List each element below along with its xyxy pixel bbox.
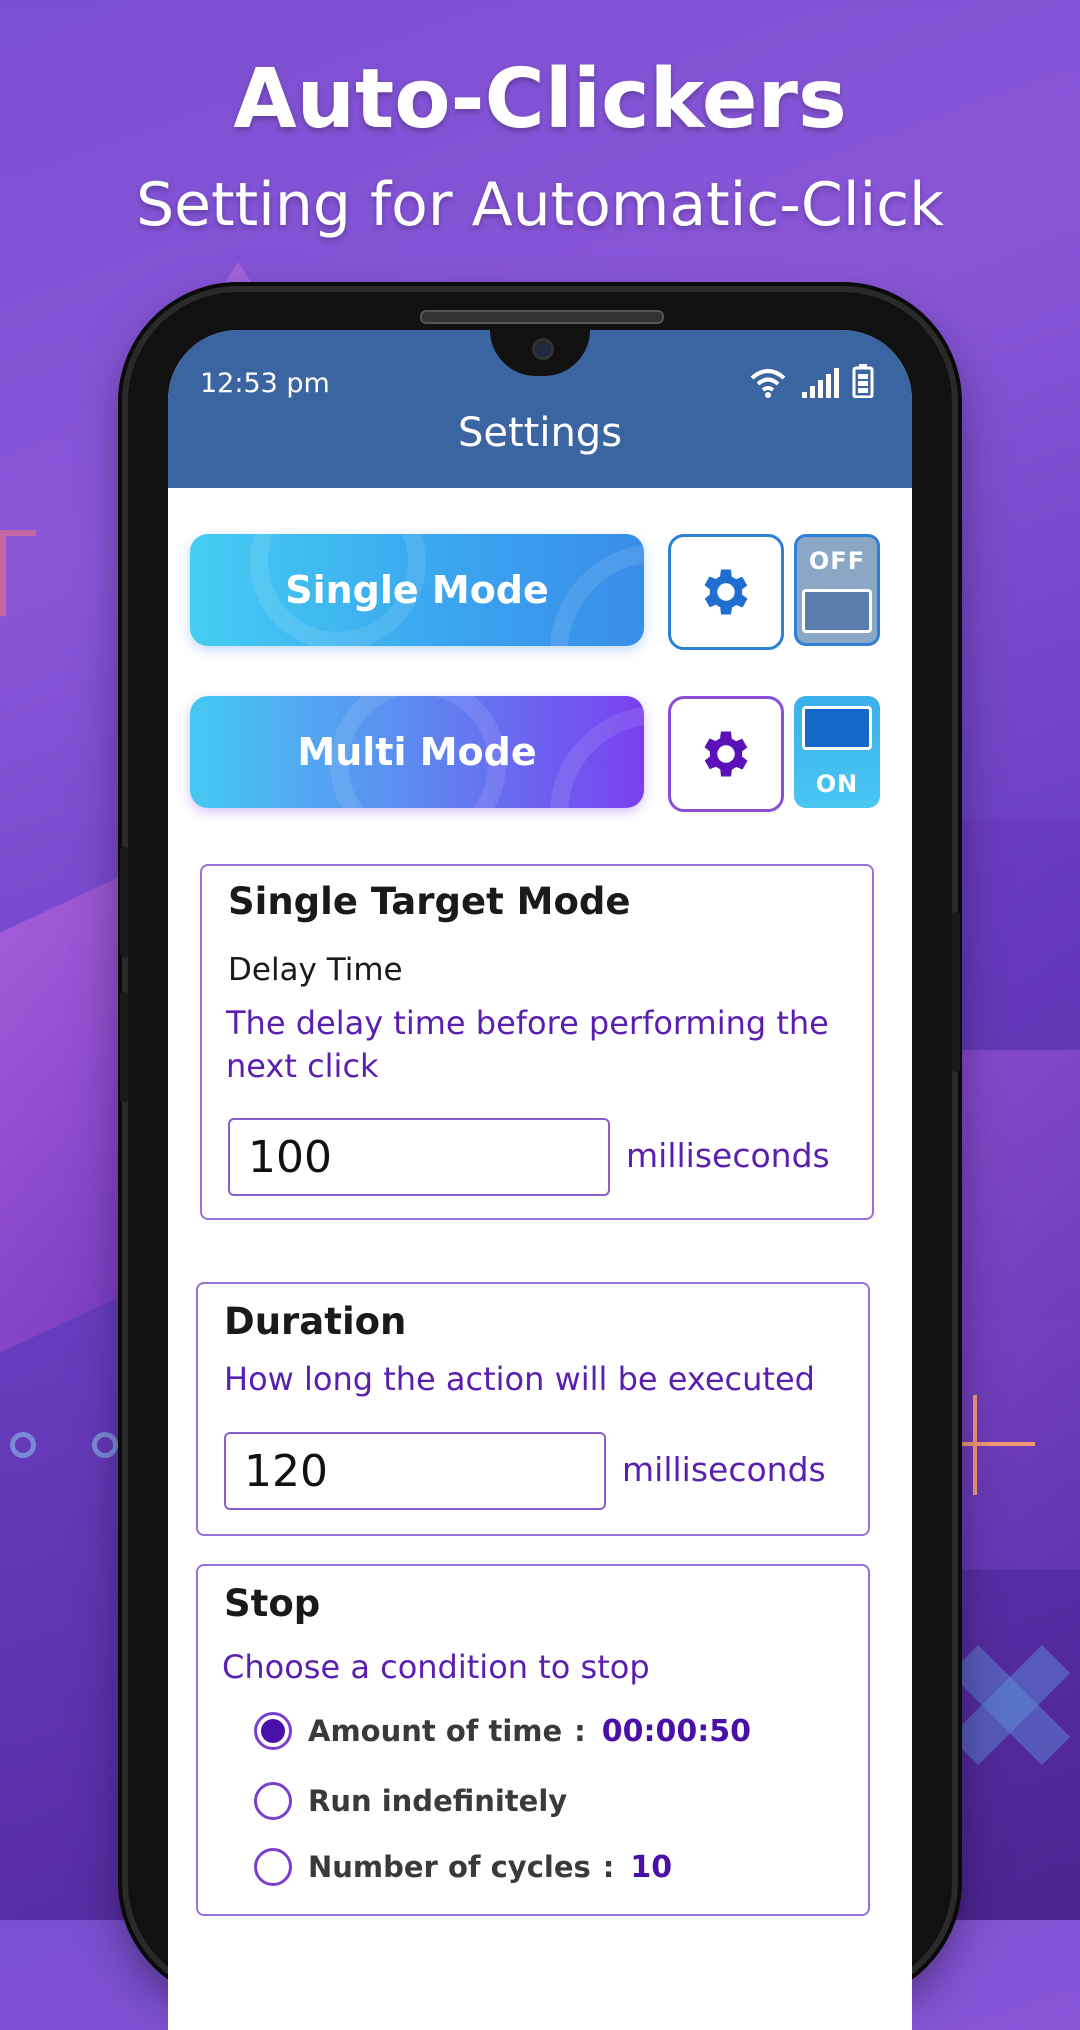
stop-option-amount-of-time[interactable]: Amount of time : 00:00:50 [254,1712,751,1750]
background-x-shape [949,1644,1071,1766]
camera-icon [532,338,554,360]
option-label: Run indefinitely [308,1784,568,1818]
toggle-label: ON [815,770,859,798]
duration-input[interactable] [224,1432,606,1510]
option-label: Number of cycles [308,1850,591,1884]
multi-mode-button[interactable]: Multi Mode [190,696,644,808]
field-description: Choose a condition to stop [222,1648,650,1686]
phone-side-button [120,992,128,1102]
phone-speaker [420,310,664,324]
stop-card: Stop Choose a condition to stop Amount o… [196,1564,870,1916]
field-description: How long the action will be executed [224,1360,815,1398]
background-slab [950,1050,1080,1570]
radio-button[interactable] [254,1782,292,1820]
gear-icon [704,731,748,777]
card-title: Duration [224,1300,407,1343]
delay-time-input[interactable] [228,1118,610,1196]
multi-mode-settings-button[interactable] [668,696,784,812]
radio-selected-dot [261,1719,285,1743]
decor-ring [550,706,644,808]
promo-title: Auto-Clickers [233,52,847,147]
multi-mode-toggle[interactable]: ON [794,696,880,808]
single-mode-settings-button[interactable] [668,534,784,650]
single-mode-button[interactable]: Single Mode [190,534,644,646]
app-bar: 12:53 pm Settings [168,330,912,488]
signal-icon [802,368,839,398]
background-dot [92,1432,118,1458]
promo-subtitle: Setting for Automatic-Click [136,170,944,240]
duration-card: Duration How long the action will be exe… [196,1282,870,1536]
phone-power-button [952,912,960,1072]
stop-option-number-of-cycles[interactable]: Number of cycles : 10 [254,1848,672,1886]
toggle-label: OFF [808,547,866,575]
background-bracket [0,530,36,616]
status-icons [748,364,874,398]
battery-icon [852,364,874,398]
background-x-shape [949,1644,1071,1766]
page-title: Settings [457,410,623,456]
phone-frame: 12:53 pm Settings Single Mode OFF Multi … [120,292,960,2030]
field-label: Delay Time [228,952,403,988]
gear-icon [704,569,748,615]
background-dot [10,1432,36,1458]
radio-button[interactable] [254,1848,292,1886]
option-separator: : [574,1714,586,1748]
background-triangle [216,262,260,296]
phone-screen: 12:53 pm Settings Single Mode OFF Multi … [168,330,912,2030]
single-target-card: Single Target Mode Delay Time The delay … [200,864,874,1220]
option-value[interactable]: 00:00:50 [602,1714,751,1749]
wifi-icon [750,369,786,398]
background-plus [973,1395,977,1495]
multi-mode-label: Multi Mode [297,730,537,774]
card-title: Stop [224,1582,321,1625]
option-separator: : [602,1850,615,1884]
stop-option-run-indefinitely[interactable]: Run indefinitely [254,1782,567,1820]
option-value[interactable]: 10 [630,1850,672,1885]
option-label: Amount of time [308,1714,563,1748]
card-title: Single Target Mode [228,880,631,923]
phone-side-button [120,847,128,957]
single-mode-toggle[interactable]: OFF [794,534,880,646]
status-time: 12:53 pm [200,368,330,399]
radio-button[interactable] [254,1712,292,1750]
unit-label: milliseconds [626,1136,830,1175]
field-description: The delay time before performing the nex… [226,1004,829,1085]
single-mode-label: Single Mode [285,568,549,612]
toggle-slot [802,589,872,633]
toggle-slot [802,706,872,750]
unit-label: milliseconds [622,1450,826,1489]
decor-ring [550,544,644,646]
